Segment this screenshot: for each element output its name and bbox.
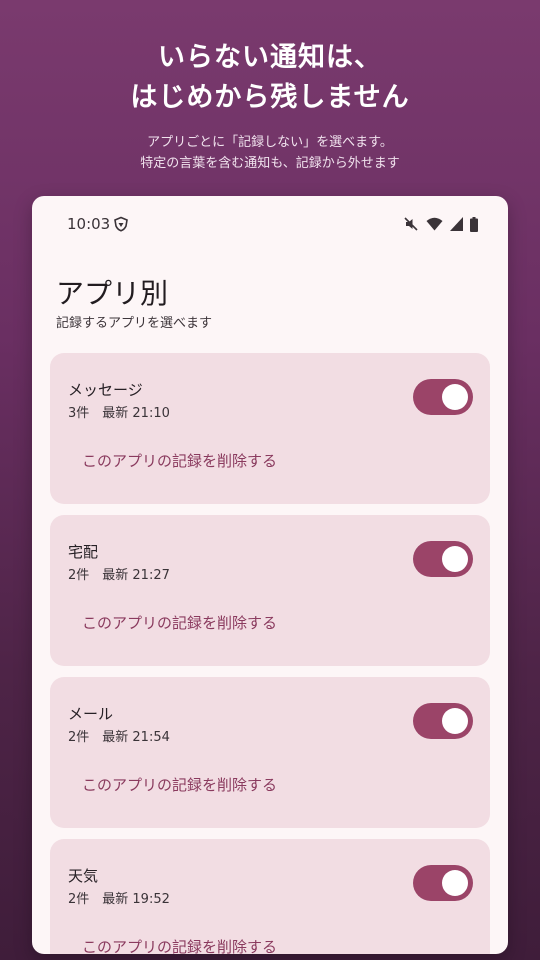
app-name: メール	[68, 705, 114, 723]
app-card-delivery: 宅配 2件 最新 21:27 このアプリの記録を削除する	[50, 515, 490, 666]
wifi-icon	[426, 217, 443, 231]
page-subtitle: 記録するアプリを選べます	[56, 316, 213, 331]
promo-subtitle-line-1: アプリごとに「記録しない」を選べます。	[147, 135, 393, 150]
promo-header: いらない通知は、 はじめから残しません アプリごとに「記録しない」を選べます。 …	[0, 0, 540, 174]
app-name: メッセージ	[68, 381, 143, 399]
promo-title: いらない通知は、 はじめから残しません	[0, 38, 540, 118]
status-bar: 10:03	[32, 196, 508, 254]
vpn-shield-icon	[114, 216, 128, 232]
mute-icon	[404, 217, 418, 231]
delete-records-button[interactable]: このアプリの記録を削除する	[82, 774, 277, 795]
delete-records-button[interactable]: このアプリの記録を削除する	[82, 936, 277, 954]
app-card-weather: 天気 2件 最新 19:52 このアプリの記録を削除する	[50, 839, 490, 954]
toggle-knob	[442, 870, 468, 896]
promo-subtitle: アプリごとに「記録しない」を選べます。 特定の言葉を含む通知も、記録から外せます	[0, 132, 540, 174]
record-toggle[interactable]	[413, 703, 473, 739]
toggle-knob	[442, 384, 468, 410]
promo-subtitle-line-2: 特定の言葉を含む通知も、記録から外せます	[140, 156, 400, 171]
app-card-mail: メール 2件 最新 21:54 このアプリの記録を削除する	[50, 677, 490, 828]
app-card-messages: メッセージ 3件 最新 21:10 このアプリの記録を削除する	[50, 353, 490, 504]
status-icons	[403, 216, 478, 232]
delete-records-button[interactable]: このアプリの記録を削除する	[82, 612, 277, 633]
record-toggle[interactable]	[413, 541, 473, 577]
status-time: 10:03	[67, 215, 111, 233]
toggle-knob	[442, 546, 468, 572]
app-meta: 2件 最新 21:54	[68, 730, 170, 745]
page-title: アプリ別	[56, 277, 169, 310]
toggle-knob	[442, 708, 468, 734]
app-meta: 3件 最新 21:10	[68, 406, 170, 421]
battery-icon	[470, 216, 478, 232]
app-list: メッセージ 3件 最新 21:10 このアプリの記録を削除する 宅配 2件 最新…	[50, 353, 490, 954]
app-meta: 2件 最新 19:52	[68, 892, 170, 907]
record-toggle[interactable]	[413, 379, 473, 415]
app-meta: 2件 最新 21:27	[68, 568, 170, 583]
delete-records-button[interactable]: このアプリの記録を削除する	[82, 450, 277, 471]
phone-screen: 10:03 アプリ別 記録するアプリを選べます メッセージ 3件 最新 21:1…	[32, 196, 508, 954]
signal-icon	[450, 217, 463, 231]
app-name: 天気	[68, 867, 99, 885]
promo-title-line-2: はじめから残しません	[130, 82, 410, 113]
app-name: 宅配	[68, 543, 99, 561]
promo-title-line-1: いらない通知は、	[158, 42, 382, 73]
record-toggle[interactable]	[413, 865, 473, 901]
